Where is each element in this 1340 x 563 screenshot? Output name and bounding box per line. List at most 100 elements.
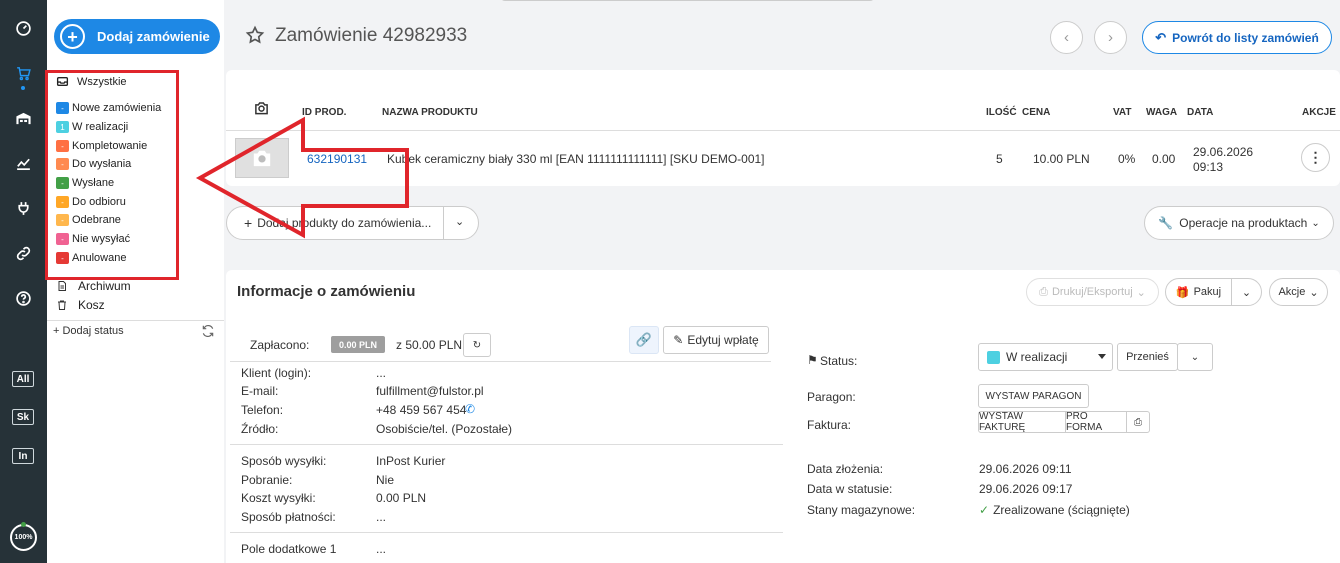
phone-value[interactable]: +48 459 567 454	[376, 403, 466, 417]
col-price[interactable]: CENA	[1022, 107, 1050, 118]
actions-button[interactable]: Akcje ⌄	[1269, 278, 1328, 306]
sidebar-item-trash[interactable]: Kosz	[56, 298, 105, 312]
table-header-divider	[226, 130, 1340, 131]
link-icon[interactable]	[0, 241, 47, 265]
star-icon[interactable]	[245, 25, 265, 45]
products-card	[226, 70, 1340, 186]
refresh-payment-button[interactable]: ↻	[463, 333, 491, 357]
add-order-button[interactable]: + Dodaj zamówienie	[54, 19, 220, 54]
help-icon[interactable]	[0, 286, 47, 310]
print-invoice-button[interactable]: ⎙	[1126, 411, 1150, 433]
row-actions-button[interactable]: ⋮	[1301, 143, 1330, 172]
col-name[interactable]: NAZWA PRODUKTU	[382, 107, 478, 118]
col-qty[interactable]: ILOŚĆ	[986, 107, 1017, 118]
package-icon: 🎁	[1175, 286, 1190, 299]
sidebar-item-archive[interactable]: Archiwum	[56, 279, 131, 293]
stock-value-row: ✓ Zrealizowane (ściągnięte)	[979, 503, 1130, 517]
status-date-value: 29.06.2026 09:17	[979, 482, 1073, 496]
chevron-down-icon: ⌄	[1241, 286, 1252, 299]
camera-icon	[253, 150, 271, 167]
cart-icon[interactable]	[0, 61, 47, 85]
chart-icon[interactable]	[0, 151, 47, 175]
back-to-list-button[interactable]: ↶ Powrót do listy zamówień	[1142, 21, 1332, 54]
col-weight[interactable]: WAGA	[1146, 107, 1177, 118]
rail-tag-in[interactable]: In	[12, 448, 34, 464]
col-vat[interactable]: VAT	[1113, 107, 1132, 118]
col-actions: AKCJE	[1302, 107, 1336, 118]
receipt-label: Paragon:	[807, 390, 856, 404]
status-select[interactable]: W realizacji	[978, 343, 1113, 371]
trash-icon	[58, 300, 66, 310]
divider	[230, 361, 771, 362]
proforma-button[interactable]: PRO FORMA	[1065, 411, 1127, 433]
check-icon: ✓	[979, 503, 990, 517]
invoice-label: Faktura:	[807, 418, 852, 432]
warehouse-icon[interactable]	[0, 106, 47, 130]
source-label: Źródło:	[241, 422, 279, 436]
plus-icon: +	[244, 215, 253, 231]
product-name[interactable]: Kubek ceramiczny biały 330 ml [EAN 11111…	[387, 152, 765, 166]
extra-field-1-value: ...	[376, 542, 387, 556]
print-export-button[interactable]: ⎙ Drukuj/Eksportuj ⌄	[1026, 278, 1159, 306]
payment-method-value: ...	[376, 510, 387, 524]
product-qty: 5	[996, 152, 1003, 166]
product-vat: 0%	[1118, 152, 1136, 166]
edit-payment-button[interactable]: ✎ Edytuj wpłatę	[663, 326, 769, 354]
pack-button[interactable]: 🎁 Pakuj	[1165, 278, 1232, 306]
chevron-down-icon[interactable]: ⌄	[455, 215, 464, 228]
paid-label: Zapłacono:	[250, 338, 310, 352]
plus-icon: +	[60, 24, 85, 49]
email-value[interactable]: fulfillment@fulstor.pl	[376, 384, 484, 398]
product-price: 10.00 PLN	[1033, 152, 1090, 166]
product-operations-button[interactable]: 🔧 Operacje na produktach ⌄	[1144, 206, 1334, 240]
paid-amount-badge: 0.00 PLN	[331, 336, 385, 353]
paid-total: z 50.00 PLN	[396, 338, 463, 352]
pencil-icon: ✎	[673, 333, 684, 347]
document-icon	[58, 281, 66, 291]
phone-icon[interactable]: ✆	[465, 402, 475, 416]
next-order-button[interactable]: ›	[1094, 21, 1127, 54]
rail-tag-sk[interactable]: Sk	[12, 409, 34, 425]
sidebar-divider	[47, 320, 224, 321]
print-label: Drukuj/Eksportuj	[1051, 286, 1133, 298]
payment-link-button[interactable]: 🔗	[629, 326, 659, 354]
created-value: 29.06.2026 09:11	[979, 462, 1072, 476]
chevron-down-icon: ⌄	[1136, 286, 1146, 299]
move-dropdown-button[interactable]: ⌄	[1177, 343, 1213, 371]
prev-order-button[interactable]: ‹	[1050, 21, 1083, 54]
issue-receipt-button[interactable]: WYSTAW PARAGON	[978, 384, 1089, 408]
red-highlight-box	[45, 70, 179, 280]
product-id-link[interactable]: 632190131	[307, 152, 367, 166]
add-products-button[interactable]: Dodaj produkty do zamówienia...	[257, 216, 431, 230]
dashboard-icon[interactable]	[0, 16, 47, 40]
top-search-bar-edge	[500, 0, 875, 1]
printer-icon: ⎙	[1134, 416, 1142, 428]
camera-icon	[255, 102, 268, 115]
chevron-left-icon: ‹	[1064, 29, 1069, 46]
status-label: Status:	[820, 354, 858, 368]
chevron-down-icon: ⌄	[1190, 351, 1200, 363]
issue-invoice-button[interactable]: WYSTAW FAKTURĘ	[978, 411, 1066, 433]
archive-label: Archiwum	[78, 279, 131, 293]
wrench-icon: 🔧	[1158, 216, 1174, 230]
ship-cost-label: Koszt wysyłki:	[241, 491, 316, 505]
add-status-button[interactable]: + Dodaj status	[53, 325, 124, 337]
chevron-down-icon: ⌄	[1309, 286, 1319, 299]
move-button[interactable]: Przenieś	[1117, 343, 1178, 371]
operations-label: Operacje na produktach	[1179, 216, 1308, 230]
client-value: ...	[376, 366, 387, 380]
col-id[interactable]: ID PROD.	[302, 107, 346, 118]
pack-dropdown-button[interactable]: ⌄	[1231, 278, 1262, 306]
col-date[interactable]: DATA	[1187, 107, 1213, 118]
shipping-label: Sposób wysyłki:	[241, 454, 327, 468]
trash-label: Kosz	[78, 298, 105, 312]
status-date-label: Data w statusie:	[807, 482, 893, 496]
chevron-down-icon: ⌄	[1311, 217, 1320, 229]
created-label: Data złożenia:	[807, 462, 884, 476]
active-indicator	[21, 86, 25, 90]
cod-value: Nie	[376, 473, 395, 487]
rail-tag-all[interactable]: All	[12, 371, 34, 387]
refresh-icon: ↻	[472, 339, 482, 351]
plug-icon[interactable]	[0, 196, 47, 220]
refresh-icon[interactable]	[201, 324, 215, 338]
